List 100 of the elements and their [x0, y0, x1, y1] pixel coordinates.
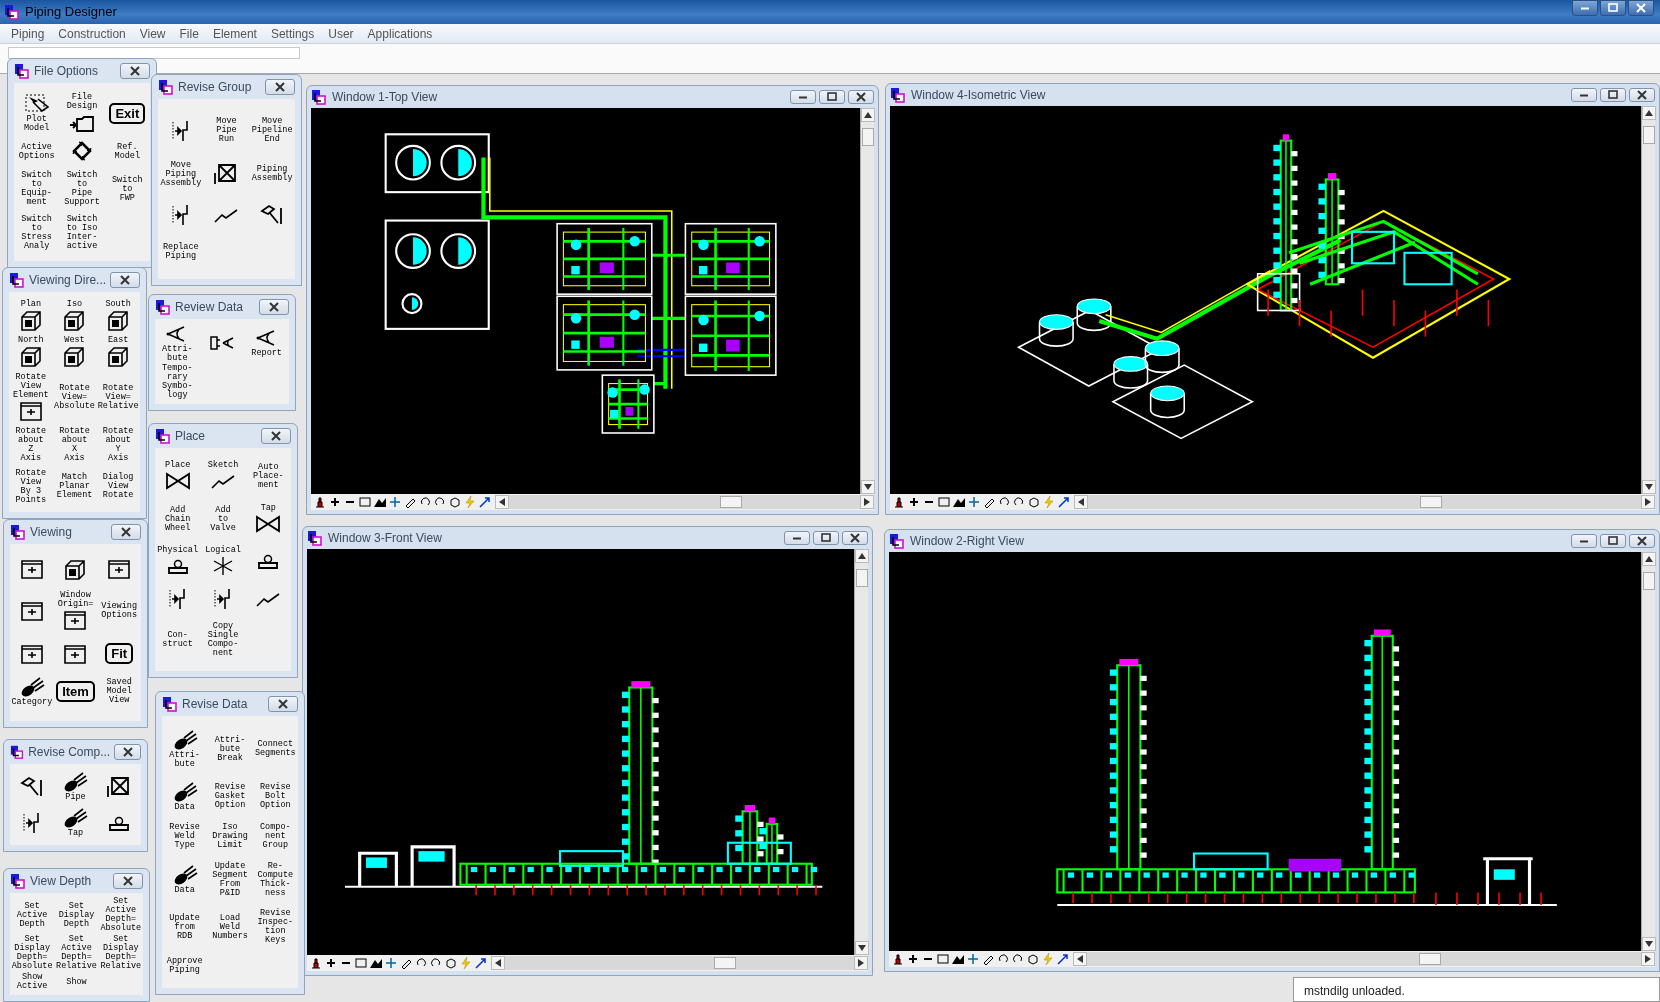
move-icon[interactable]	[388, 495, 402, 509]
plus-icon[interactable]	[906, 952, 920, 966]
close-button[interactable]	[842, 531, 868, 545]
scroll-up-button[interactable]	[861, 108, 875, 122]
minimize-button[interactable]	[784, 531, 810, 545]
scroll-down-button[interactable]	[861, 480, 875, 494]
tool-button[interactable]: Revise Bolt Option	[260, 782, 291, 810]
minimize-button[interactable]	[1571, 88, 1597, 102]
tool-button[interactable]	[18, 557, 45, 580]
tool-button[interactable]: Set Display Depth= Absolute	[11, 935, 53, 971]
close-button[interactable]	[265, 79, 295, 95]
tool-button[interactable]: Rotate View By 3 Points	[15, 468, 47, 505]
tool-button[interactable]: Switch to Iso Inter- active	[66, 215, 98, 251]
tool-button[interactable]	[18, 600, 45, 623]
scroll-thumb[interactable]	[1642, 571, 1655, 590]
minimize-button[interactable]	[1572, 0, 1598, 16]
scroll-thumb[interactable]	[1419, 953, 1442, 965]
close-button[interactable]	[268, 696, 298, 712]
close-button[interactable]	[1629, 88, 1655, 102]
close-button[interactable]	[113, 873, 143, 889]
tool-button[interactable]: Set Display Depth	[58, 901, 95, 929]
scroll-right-button[interactable]	[854, 956, 868, 970]
minimize-button[interactable]	[1571, 534, 1597, 548]
arrow-icon[interactable]	[1056, 952, 1070, 966]
tool-button[interactable]: Re- Compute Thick- ness	[257, 861, 294, 898]
tool-button[interactable]: Add Chain Wheel	[164, 505, 191, 533]
tool-button[interactable]: Sketch	[207, 461, 239, 493]
tool-button[interactable]: Rotate about Y Axis	[102, 427, 134, 463]
tool-button[interactable]: Move Pipeline End	[251, 117, 293, 145]
tool-button[interactable]: Replace Piping	[162, 242, 199, 261]
tool-button[interactable]: Attri- bute Break	[214, 735, 246, 763]
tool-button[interactable]: Piping Assembly	[251, 165, 293, 184]
tool-button[interactable]: Fit	[105, 643, 134, 665]
tool-button[interactable]: Set Active Depth= Absolute	[100, 897, 142, 933]
tool-button[interactable]: Load Weld Numbers	[212, 913, 248, 941]
horizontal-scrollbar[interactable]	[495, 495, 874, 509]
tool-button[interactable]	[106, 557, 133, 580]
close-button[interactable]	[261, 428, 291, 444]
tool-button[interactable]: Attri- bute	[169, 729, 200, 770]
scroll-thumb[interactable]	[861, 127, 874, 146]
tool-button[interactable]: Switch to Equip- ment	[21, 171, 52, 207]
horizontal-scrollbar[interactable]	[1074, 495, 1655, 509]
scroll-up-button[interactable]	[1642, 106, 1656, 120]
tool-button[interactable]: North	[17, 336, 44, 367]
menu-item[interactable]: View	[132, 24, 173, 43]
pen-icon[interactable]	[891, 952, 905, 966]
tool-button[interactable]: Revise Inspec- tion Keys	[257, 909, 294, 946]
close-button[interactable]	[1629, 534, 1655, 548]
close-button[interactable]	[120, 63, 150, 79]
cube-icon[interactable]	[1026, 952, 1040, 966]
scroll-down-button[interactable]	[1642, 480, 1656, 494]
arrow-icon[interactable]	[474, 956, 488, 970]
scroll-left-button[interactable]	[495, 495, 509, 509]
window-icon[interactable]	[354, 956, 368, 970]
plus-icon[interactable]	[907, 495, 921, 509]
tool-button[interactable]: Rotate about X Axis	[59, 427, 90, 463]
scroll-thumb[interactable]	[719, 496, 742, 508]
menu-item[interactable]: File	[172, 24, 206, 43]
tool-button[interactable]: Con- struct	[162, 630, 193, 649]
tool-button[interactable]: Set Active Depth	[16, 901, 48, 929]
maximize-button[interactable]	[813, 531, 839, 545]
tool-button[interactable]: Category	[11, 676, 53, 708]
plus-icon[interactable]	[328, 495, 342, 509]
tool-button[interactable]: Set Display Depth= Relative	[100, 935, 142, 971]
tool-button[interactable]: Tap	[62, 807, 89, 838]
tool-button[interactable]: Ref. Model	[114, 143, 141, 161]
menu-item[interactable]: Element	[205, 24, 264, 43]
tool-button[interactable]: Iso Drawing Limit	[212, 823, 248, 851]
tool-button[interactable]: Active Options	[18, 143, 55, 161]
arrow-icon[interactable]	[478, 495, 492, 509]
minimize-button[interactable]	[790, 90, 816, 104]
tool-button[interactable]: Iso	[61, 299, 88, 331]
maximize-button[interactable]	[1600, 0, 1626, 16]
close-button[interactable]	[114, 744, 141, 760]
tool-button[interactable]: South	[105, 299, 132, 331]
plus-icon[interactable]	[324, 956, 338, 970]
tool-button[interactable]: Data	[171, 780, 198, 812]
scroll-thumb[interactable]	[1642, 125, 1655, 144]
move-icon[interactable]	[967, 495, 981, 509]
vertical-scrollbar[interactable]	[1641, 552, 1655, 951]
pen-icon[interactable]	[892, 495, 906, 509]
tool-button[interactable]: Revise Weld Type	[169, 823, 200, 851]
close-button[interactable]	[110, 272, 140, 288]
tool-button[interactable]: Tempo- rary Symbo- logy	[162, 364, 193, 401]
pen-icon[interactable]	[309, 956, 323, 970]
tool-button[interactable]: Exit	[109, 102, 146, 124]
tool-button[interactable]: Copy Single Compo- nent	[207, 621, 239, 658]
tool-button[interactable]: Switch to Pipe Support	[64, 171, 100, 207]
tool-button[interactable]: Compo- nent Group	[260, 823, 291, 851]
scroll-right-button[interactable]	[860, 495, 874, 509]
close-button[interactable]	[1628, 0, 1654, 16]
scroll-down-button[interactable]	[1642, 937, 1656, 951]
tool-button[interactable]	[18, 642, 45, 665]
tool-button[interactable]: Attri- bute	[162, 322, 193, 363]
tool-button[interactable]: Show Active	[16, 973, 48, 991]
tool-button[interactable]: Switch to Stress Analy	[21, 215, 52, 251]
tool-button[interactable]: Switch to FWP	[112, 175, 143, 203]
cube-icon[interactable]	[1027, 495, 1041, 509]
maximize-button[interactable]	[1600, 534, 1626, 548]
tool-button[interactable]: Connect Segments	[254, 740, 296, 759]
